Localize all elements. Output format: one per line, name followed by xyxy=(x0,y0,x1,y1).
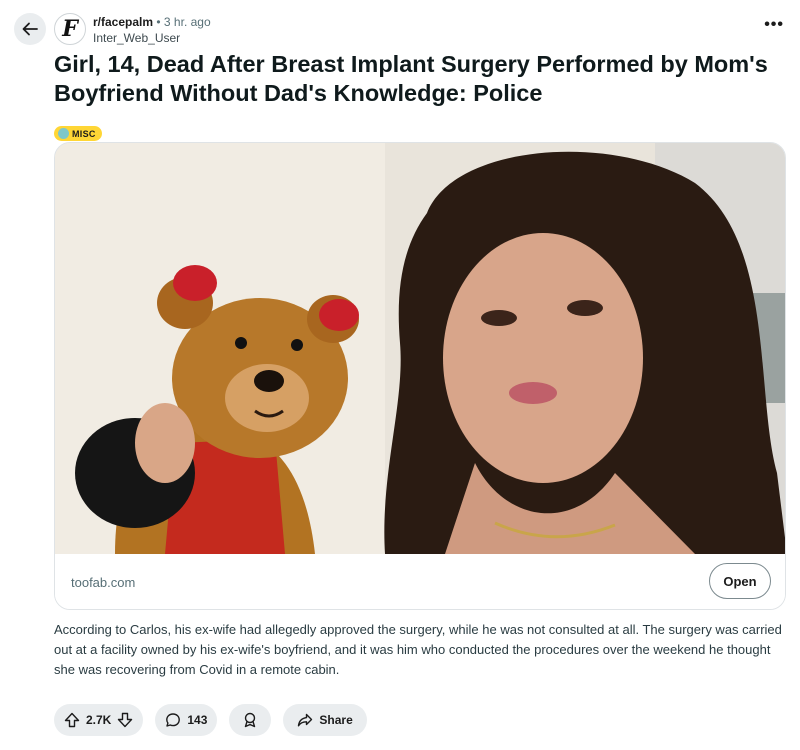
subreddit-link[interactable]: r/facepalm xyxy=(93,15,153,29)
back-arrow-icon xyxy=(22,22,38,36)
link-domain[interactable]: toofab.com xyxy=(71,575,135,590)
post-title: Girl, 14, Dead After Breast Implant Surg… xyxy=(54,51,768,106)
award-button[interactable] xyxy=(229,704,272,736)
post-flair[interactable]: MISC xyxy=(54,126,102,141)
post-body: According to Carlos, his ex-wife had all… xyxy=(54,622,782,677)
link-preview-card[interactable]: toofab.com Open xyxy=(54,142,786,610)
comment-icon xyxy=(166,713,181,727)
vote-count: 2.7K xyxy=(86,713,112,727)
post-time: 3 hr. ago xyxy=(163,15,211,29)
post-actions: 2.7K 143 Share xyxy=(54,704,367,736)
share-label: Share xyxy=(319,713,353,727)
share-icon xyxy=(298,713,313,727)
open-link-button[interactable]: Open xyxy=(709,563,771,599)
link-preview-image[interactable] xyxy=(55,143,786,554)
comments-button[interactable]: 143 xyxy=(155,704,218,736)
flair-label: MISC xyxy=(72,128,96,139)
share-button[interactable]: Share xyxy=(283,704,367,736)
flair-icon xyxy=(58,128,69,139)
author-link[interactable]: Inter_Web_User xyxy=(93,30,211,46)
vote-control: 2.7K xyxy=(54,704,144,736)
link-card-footer: toofab.com Open xyxy=(55,554,785,609)
downvote-icon[interactable] xyxy=(117,712,133,728)
comment-count: 143 xyxy=(187,713,208,727)
more-options-icon[interactable]: ••• xyxy=(764,16,784,34)
meta-separator: • xyxy=(156,15,161,29)
back-button[interactable] xyxy=(14,13,46,45)
award-icon xyxy=(245,712,256,728)
post-meta: r/facepalm • 3 hr. ago Inter_Web_User xyxy=(93,14,211,46)
subreddit-avatar[interactable]: F xyxy=(54,13,86,45)
upvote-icon[interactable] xyxy=(64,712,80,728)
